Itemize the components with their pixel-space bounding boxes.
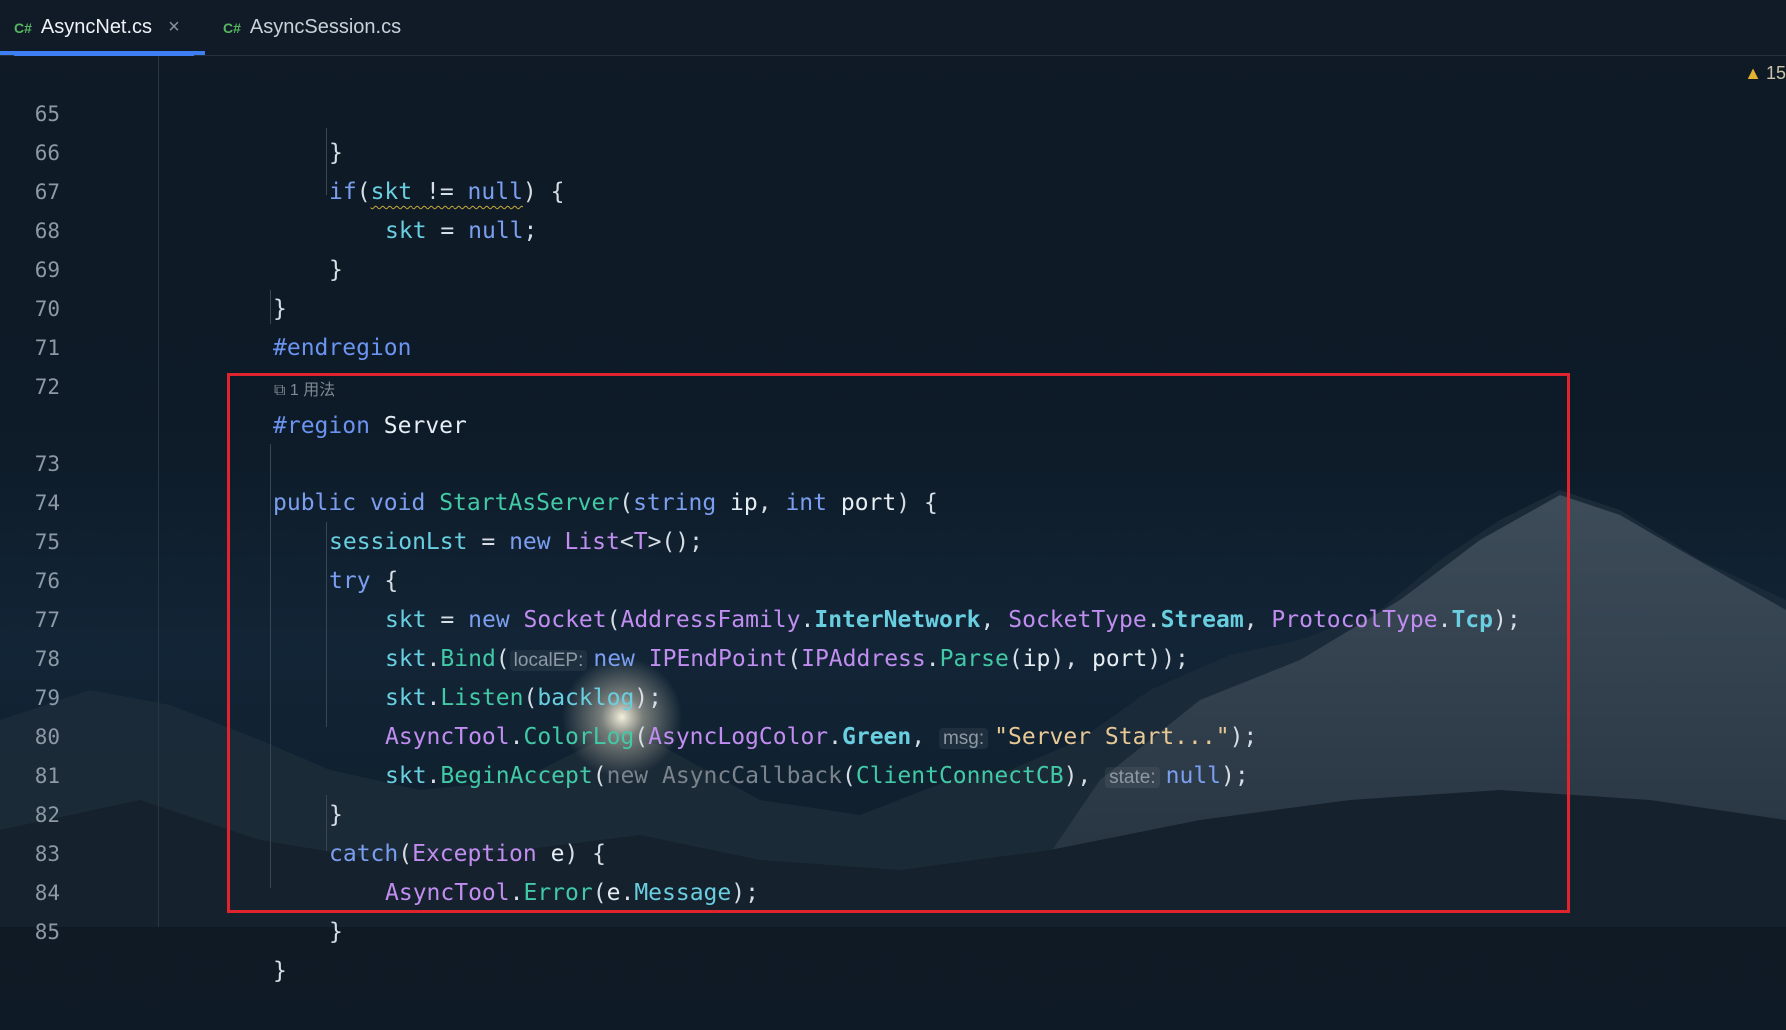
code-line: 66 if(skt != null) {: [0, 95, 1786, 205]
tab-asyncsession[interactable]: C# AsyncSession.cs: [223, 0, 401, 55]
active-tab-indicator: [0, 51, 205, 55]
highlight-annotation-box: [227, 373, 1570, 913]
line-number: 85: [34, 920, 60, 944]
close-tab-icon[interactable]: ×: [168, 16, 180, 39]
code-line: 67 skt = null;: [0, 134, 1786, 244]
code-line: 70 #endregion: [0, 251, 1786, 361]
tab-label: AsyncNet.cs: [40, 16, 153, 38]
code-line: 72 #region Server: [0, 329, 1786, 439]
code-line: 69 }: [0, 212, 1786, 322]
tab-label: AsyncSession.cs: [249, 16, 402, 38]
csharp-file-icon: C#: [223, 19, 241, 36]
line-number: 72: [34, 375, 60, 399]
editor-tab-bar: C# AsyncNet.cs × C# AsyncSession.cs: [0, 0, 1786, 56]
code-line: 65 }: [0, 56, 1786, 166]
csharp-file-icon: C#: [14, 19, 32, 36]
code-line: 68 }: [0, 173, 1786, 283]
code-line: 71: [0, 290, 1786, 360]
tab-asyncnet[interactable]: C# AsyncNet.cs ×: [14, 0, 194, 56]
